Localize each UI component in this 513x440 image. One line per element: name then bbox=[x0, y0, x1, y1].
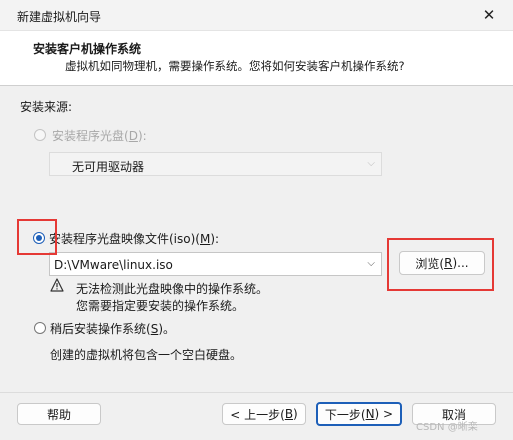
iso-path-input[interactable]: D:\VMware\linux.iso ⌵ bbox=[49, 252, 382, 276]
watermark-text: CSDN @晰栾 bbox=[416, 422, 478, 433]
window-title: 新建虚拟机向导 bbox=[17, 10, 102, 24]
install-source-label: 安装来源: bbox=[20, 100, 73, 114]
footer-divider bbox=[0, 392, 513, 393]
browse-button[interactable]: 浏览(R)... bbox=[399, 251, 485, 275]
later-radio[interactable] bbox=[34, 322, 46, 334]
warning-line-2: 您需要指定要安装的操作系统。 bbox=[76, 299, 245, 313]
iso-option-label: 安装程序光盘映像文件(iso)(M): bbox=[49, 232, 220, 246]
page-title: 安装客户机操作系统 bbox=[33, 42, 142, 56]
back-button[interactable]: < 上一步(B) bbox=[222, 403, 306, 425]
next-button[interactable]: 下一步(N) > bbox=[316, 402, 402, 426]
close-icon[interactable]: ✕ bbox=[478, 4, 500, 26]
drive-dropdown[interactable]: 无可用驱动器 ⌵ bbox=[49, 152, 382, 176]
iso-radio[interactable] bbox=[33, 232, 45, 244]
later-option-label: 稍后安装操作系统(S)。 bbox=[50, 322, 175, 336]
later-option-description: 创建的虚拟机将包含一个空白硬盘。 bbox=[50, 348, 243, 362]
disc-radio[interactable] bbox=[34, 129, 46, 141]
chevron-down-icon: ⌵ bbox=[367, 258, 375, 269]
page-subtitle: 虚拟机如同物理机，需要操作系统。您将如何安装客户机操作系统? bbox=[65, 59, 405, 73]
drive-dropdown-value: 无可用驱动器 bbox=[72, 160, 145, 174]
chevron-down-icon: ⌵ bbox=[367, 158, 375, 169]
warning-line-1: 无法检测此光盘映像中的操作系统。 bbox=[76, 282, 269, 296]
help-button[interactable]: 帮助 bbox=[17, 403, 101, 425]
warning-icon bbox=[50, 278, 64, 292]
iso-path-value: D:\VMware\linux.iso bbox=[54, 258, 173, 272]
disc-option-label: 安装程序光盘(D): bbox=[52, 129, 147, 143]
